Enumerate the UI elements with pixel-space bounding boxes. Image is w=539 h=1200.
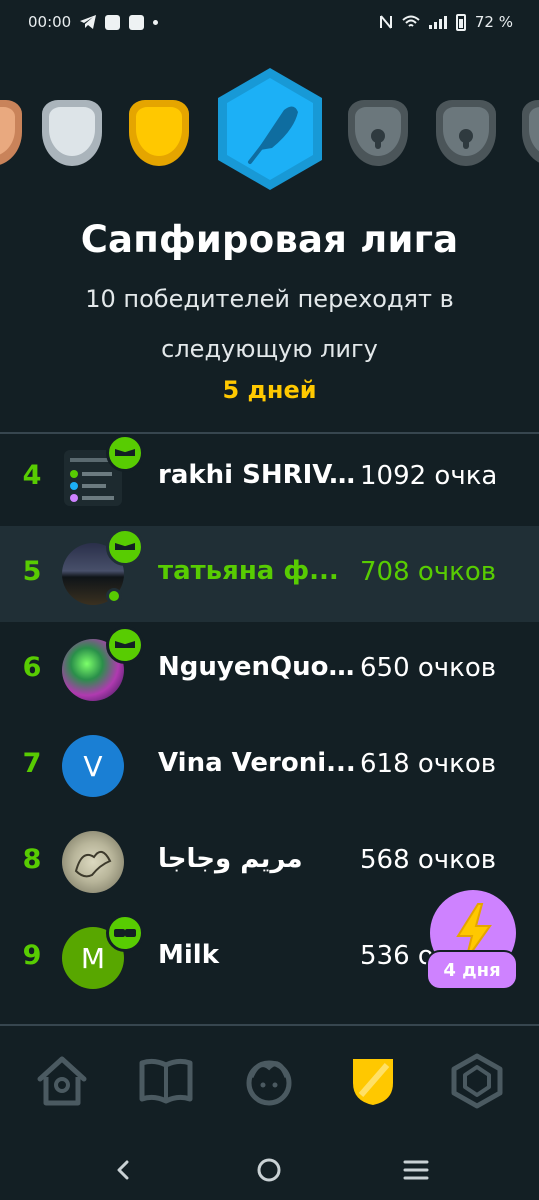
user-name: татьяна ф... <box>158 556 339 586</box>
rank-number: 6 <box>22 652 42 683</box>
owl-icon <box>106 626 144 664</box>
silver-league-icon <box>42 100 102 166</box>
league-badges <box>0 60 539 210</box>
locked-league-icon <box>436 100 496 166</box>
avatar: V <box>62 735 124 797</box>
bronze-league-icon <box>0 100 22 166</box>
system-nav <box>0 1140 539 1200</box>
home-icon <box>37 1056 87 1106</box>
back-button[interactable] <box>103 1150 143 1190</box>
xp-boost-promo[interactable]: 4 дня <box>428 890 516 998</box>
promo-label: 4 дня <box>428 952 516 988</box>
status-bar: 00:00 72 % <box>0 0 539 44</box>
league-title: Сапфировая лига <box>80 218 459 261</box>
owl-icon <box>106 528 144 566</box>
user-score: 708 очков <box>360 557 497 587</box>
user-score: 568 очков <box>360 845 497 875</box>
leaderboard-row[interactable]: 6 NguyenQuo... 650 очков <box>0 622 539 718</box>
nav-leagues[interactable] <box>337 1045 409 1117</box>
notification-icon <box>105 14 121 30</box>
circle-home-icon <box>257 1158 281 1182</box>
user-name: مريم وجاجا <box>158 844 303 874</box>
wifi-icon <box>402 15 420 27</box>
rank-number: 5 <box>22 556 42 587</box>
leaderboard-row[interactable]: 4 rakhi SHRIV... 1092 очка <box>0 430 539 526</box>
rank-number: 4 <box>22 460 42 491</box>
owl-sunglasses-icon <box>106 914 144 952</box>
nav-character[interactable] <box>233 1045 305 1117</box>
rank-number: 8 <box>22 844 42 875</box>
book-icon <box>139 1058 193 1104</box>
user-score: 650 очков <box>360 653 497 683</box>
sapphire-league-icon <box>214 66 326 196</box>
user-name: NguyenQuo... <box>158 652 358 682</box>
nfc-icon <box>379 15 392 29</box>
home-button[interactable] <box>249 1150 289 1190</box>
character-icon <box>246 1060 292 1106</box>
rank-number: 7 <box>22 748 42 779</box>
recents-button[interactable] <box>396 1150 436 1190</box>
league-shield-icon <box>353 1059 394 1105</box>
battery-icon <box>455 13 466 31</box>
gold-league-icon <box>129 100 189 166</box>
league-subtitle: 10 победителей переходят в следующую лиг… <box>85 285 454 363</box>
nav-profile[interactable] <box>441 1045 513 1117</box>
user-name: Vina Veroni... <box>158 748 356 778</box>
user-score: 618 очков <box>360 749 497 779</box>
status-time: 00:00 <box>28 13 72 31</box>
user-score: 1092 очка <box>360 461 498 491</box>
locked-league-icon <box>522 100 539 166</box>
status-left: 00:00 <box>28 13 159 31</box>
bottom-nav <box>0 1026 539 1136</box>
locked-league-icon <box>348 100 408 166</box>
battery-percent: 72 % <box>474 13 513 31</box>
nav-lessons[interactable] <box>130 1045 202 1117</box>
leaderboard-row[interactable]: 7 V Vina Veroni... 618 очков <box>0 718 539 814</box>
leaderboard-row-me[interactable]: 5 татьяна ф... 708 очков <box>0 526 539 622</box>
menu-icon <box>403 1160 429 1180</box>
user-name: Milk <box>158 940 219 970</box>
signal-icon <box>428 15 447 29</box>
telegram-icon <box>80 15 97 29</box>
avatar <box>62 831 124 893</box>
back-icon <box>117 1160 129 1180</box>
nav-home[interactable] <box>26 1045 98 1117</box>
owl-icon <box>106 434 144 472</box>
more-notifications-icon <box>153 19 159 25</box>
rank-number: 9 <box>22 940 42 971</box>
hexagon-icon <box>451 1053 503 1109</box>
status-right: 72 % <box>379 13 513 31</box>
user-name: rakhi SHRIV... <box>158 460 358 490</box>
notification-icon <box>129 14 145 30</box>
online-status-icon <box>106 588 122 604</box>
days-left: 5 дней <box>222 376 317 404</box>
